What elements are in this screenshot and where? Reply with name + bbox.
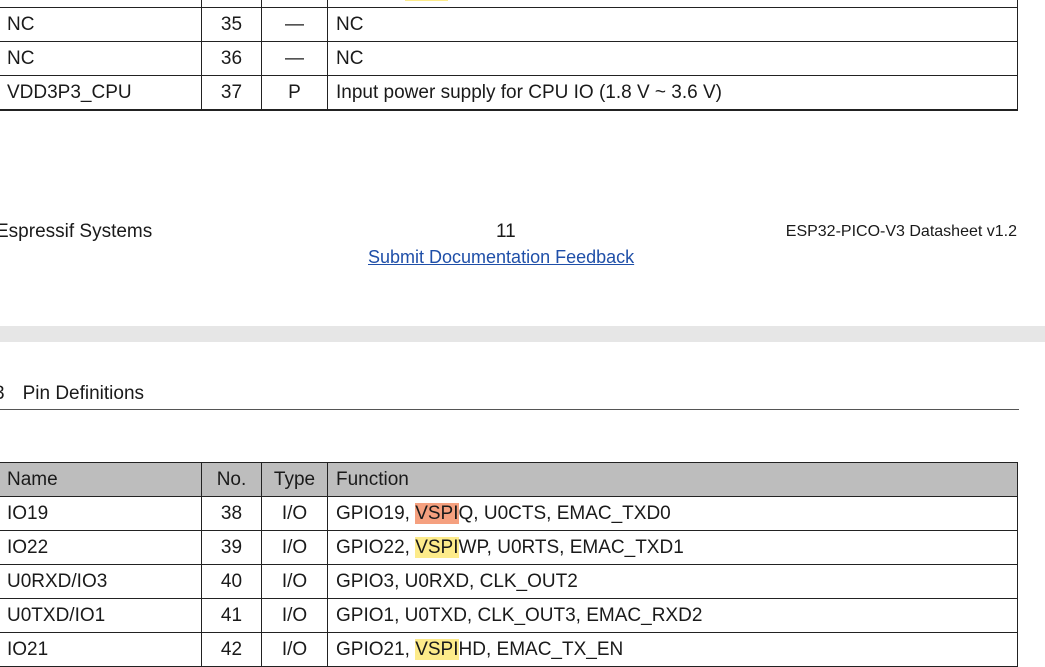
pin-name: NC	[0, 41, 202, 76]
pin-number: 41	[201, 598, 262, 633]
section-rule	[0, 409, 1019, 410]
table-row: U0RXD/IO3 40 I/O GPIO3, U0RXD, CLK_OUT2	[0, 564, 1018, 599]
pin-number: 37	[201, 75, 262, 111]
pin-type: P	[261, 75, 328, 111]
header-type: Type	[261, 462, 328, 497]
pin-definitions-table: Name No. Type Function IO19 38 I/O GPIO19, …	[0, 462, 1018, 667]
table-row: U0TXD/IO1 41 I/O GPIO1, U0TXD, CLK_OUT3, EM…	[0, 598, 1018, 633]
pin-function: GPIO1, U0TXD, CLK_OUT3, EMAC_RXD2	[327, 598, 1018, 633]
table-row: VDD3P3_CPU 37 P Input power supply for CPU …	[0, 75, 1018, 111]
pin-type: I/O	[261, 632, 328, 667]
function-text: GPIO22,	[336, 537, 416, 558]
function-text: Input power supply for CPU IO (1.8 V ~ 3…	[336, 82, 722, 103]
pin-type: —	[261, 41, 328, 76]
footer-company: Espressif Systems	[0, 221, 153, 242]
footer-page-number: 11	[496, 221, 516, 242]
function-text: GPIO21,	[336, 639, 416, 660]
pin-function: Input power supply for CPU IO (1.8 V ~ 3…	[327, 75, 1018, 111]
pin-name: VDD3P3_CPU	[0, 75, 202, 111]
pin-number: 34	[201, 0, 262, 8]
pin-table-continued: IO534I/OGPIO5, VSPICS0, HS1_DATA6, EMAC_…	[0, 0, 1018, 111]
submit-feedback-link[interactable]: Submit Documentation Feedback	[368, 247, 634, 268]
search-highlight: VSPI	[404, 0, 448, 1]
function-text: HD, EMAC_TX_EN	[458, 639, 624, 660]
function-text: GPIO1, U0TXD, CLK_OUT3, EMAC_RXD2	[336, 605, 703, 626]
pin-function: GPIO3, U0RXD, CLK_OUT2	[327, 564, 1018, 599]
table-row: IO19 38 I/O GPIO19, VSPIQ, U0CTS, EMAC_TXD0	[0, 496, 1018, 531]
table-row: NC 36— NC	[0, 41, 1018, 76]
function-text: WP, U0RTS, EMAC_TXD1	[458, 537, 684, 558]
function-text: GPIO5,	[336, 0, 405, 1]
table-header-row: Name No. Type Function	[0, 462, 1018, 497]
function-text: NC	[336, 14, 364, 35]
function-text: NC	[336, 48, 364, 69]
pin-name: IO21	[0, 632, 202, 667]
pin-number: 38	[201, 496, 262, 531]
search-highlight: VSPI	[415, 503, 459, 524]
pin-function: GPIO21, VSPIHD, EMAC_TX_EN	[327, 632, 1018, 667]
table-row: IO22 39 I/O GPIO22, VSPIWP, U0RTS, EMAC_TXD…	[0, 530, 1018, 565]
pin-number: 36	[201, 41, 262, 76]
table-row: IO534I/OGPIO5, VSPICS0, HS1_DATA6, EMAC_…	[0, 0, 1018, 8]
pin-function: GPIO22, VSPIWP, U0RTS, EMAC_TXD1	[327, 530, 1018, 565]
pin-name: IO19	[0, 496, 202, 531]
pin-type: I/O	[261, 530, 328, 565]
header-name: Name	[0, 462, 202, 497]
pin-name: IO5	[0, 0, 202, 8]
pin-function: NC	[327, 7, 1018, 42]
function-text: GPIO3, U0RXD, CLK_OUT2	[336, 571, 578, 592]
pin-name: U0RXD/IO3	[0, 564, 202, 599]
table-row: IO21 42 I/O GPIO21, VSPIHD, EMAC_TX_EN	[0, 632, 1018, 667]
pin-function: GPIO5, VSPICS0, HS1_DATA6, EMAC_RX_CLK	[327, 0, 1018, 8]
header-function: Function	[327, 462, 1018, 497]
function-text: CS0, HS1_DATA6, EMAC_RX_CLK	[448, 0, 751, 1]
header-no: No.	[201, 462, 262, 497]
function-text: Q, U0CTS, EMAC_TXD0	[458, 503, 671, 524]
pin-type: I/O	[261, 564, 328, 599]
footer-doc-title: ESP32-PICO-V3 Datasheet v1.2	[785, 223, 1017, 240]
pin-number: 42	[201, 632, 262, 667]
section-heading: 3 Pin Definitions	[0, 383, 144, 405]
search-highlight: VSPI	[415, 537, 459, 558]
table-row: NC 35— NC	[0, 7, 1018, 42]
section-title: Pin Definitions	[22, 383, 145, 404]
pin-type: —	[261, 7, 328, 42]
pin-number: 39	[201, 530, 262, 565]
pin-function: GPIO19, VSPIQ, U0CTS, EMAC_TXD0	[327, 496, 1018, 531]
pin-type: I/O	[261, 496, 328, 531]
pin-number: 35	[201, 7, 262, 42]
section-number: 3	[0, 383, 5, 404]
function-text: GPIO19,	[336, 503, 416, 524]
pin-name: U0TXD/IO1	[0, 598, 202, 633]
page-separator	[0, 326, 1045, 342]
pin-type: I/O	[261, 598, 328, 633]
pin-number: 40	[201, 564, 262, 599]
pin-name: IO22	[0, 530, 202, 565]
search-highlight: VSPI	[415, 639, 459, 660]
pin-function: NC	[327, 41, 1018, 76]
pin-name: NC	[0, 7, 202, 42]
pin-type: I/O	[261, 0, 328, 8]
page-11: IO534I/OGPIO5, VSPICS0, HS1_DATA6, EMAC_…	[0, 0, 1045, 326]
